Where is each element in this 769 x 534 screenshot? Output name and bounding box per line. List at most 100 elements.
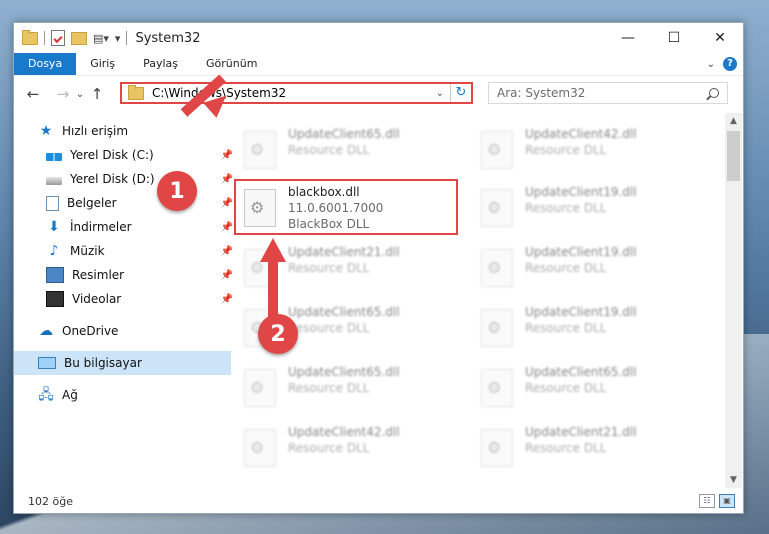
minimize-button[interactable]: — — [605, 23, 651, 53]
file-item[interactable]: UpdateClient19.dll Resource DLL — [473, 239, 683, 295]
navigation-pane: ★ Hızlı erişim Yerel Disk (C:) 📌 Yerel D… — [14, 113, 233, 488]
file-name: UpdateClient42.dll — [288, 425, 400, 439]
address-bar[interactable]: C:\Windows\System32 ⌄ ↻ — [120, 82, 473, 104]
tab-dosya[interactable]: Dosya — [14, 53, 77, 75]
dll-file-icon — [244, 131, 276, 169]
file-name: UpdateClient65.dll — [288, 365, 400, 379]
sidebar-item-label: Yerel Disk (D:) — [70, 172, 155, 186]
back-button[interactable]: ← — [22, 85, 44, 103]
properties-icon[interactable] — [51, 30, 65, 46]
file-name: UpdateClient19.dll — [525, 305, 637, 319]
file-item[interactable]: UpdateClient42.dll Resource DLL — [473, 121, 683, 177]
maximize-button[interactable]: ☐ — [651, 23, 697, 53]
sidebar-item-label: Videolar — [72, 292, 122, 306]
cloud-icon: ☁ — [39, 323, 53, 339]
file-item[interactable]: UpdateClient19.dll Resource DLL — [473, 179, 683, 235]
search-input[interactable]: Ara: System32 — [497, 86, 585, 100]
toolbar-separator — [126, 31, 128, 45]
file-description: Resource DLL — [525, 261, 607, 275]
folder-icon — [128, 84, 144, 100]
sidebar-item-label: Resimler — [72, 268, 125, 282]
file-name: UpdateClient65.dll — [288, 127, 400, 141]
file-description: Resource DLL — [288, 381, 370, 395]
file-name: UpdateClient65.dll — [525, 365, 637, 379]
sidebar-item-local-disk-c[interactable]: Yerel Disk (C:) 📌 — [14, 143, 239, 167]
file-name: UpdateClient42.dll — [525, 127, 637, 141]
music-note-icon: ♪ — [49, 243, 59, 259]
scroll-up-icon[interactable]: ▲ — [725, 113, 742, 129]
annotation-arrowhead-2 — [260, 238, 286, 262]
sidebar-item-quick-access[interactable]: ★ Hızlı erişim — [14, 119, 231, 143]
pictures-icon — [46, 267, 64, 283]
recent-locations-dropdown[interactable]: ⌄ — [74, 89, 86, 100]
details-view-icon[interactable]: ☷ — [699, 494, 715, 508]
new-folder-icon[interactable] — [71, 31, 87, 45]
sidebar-item-local-disk-d[interactable]: Yerel Disk (D:) 📌 — [14, 167, 239, 191]
file-description: Resource DLL — [525, 143, 607, 157]
folder-icon — [22, 29, 38, 45]
vertical-scrollbar[interactable]: ▲ ▼ — [725, 113, 742, 488]
file-item[interactable]: UpdateClient42.dll Resource DLL — [236, 419, 446, 475]
drive-icon — [46, 176, 62, 185]
file-description: Resource DLL — [288, 143, 370, 157]
sidebar-item-pictures[interactable]: Resimler 📌 — [14, 263, 239, 287]
file-description: Resource DLL — [525, 381, 607, 395]
dll-file-icon — [481, 189, 513, 227]
windows-drive-icon — [46, 152, 62, 161]
sidebar-item-this-pc[interactable]: Bu bilgisayar — [14, 351, 231, 375]
sidebar-item-label: OneDrive — [62, 324, 119, 338]
network-icon: 🖧 — [38, 387, 54, 403]
sidebar-item-network[interactable]: 🖧 Ağ — [14, 383, 231, 407]
dll-file-icon — [481, 309, 513, 347]
sidebar-item-onedrive[interactable]: ☁ OneDrive — [14, 319, 231, 343]
sidebar-item-label: Hızlı erişim — [62, 124, 129, 138]
quick-access-dropdown[interactable]: ▾ — [115, 32, 121, 45]
window-title: System32 — [135, 30, 201, 46]
step-badge-2: 2 — [258, 314, 298, 354]
expand-ribbon-icon[interactable]: ⌄ — [707, 59, 715, 70]
tab-paylas[interactable]: Paylaş — [129, 53, 192, 75]
file-description: Resource DLL — [525, 441, 607, 455]
file-item[interactable]: UpdateClient21.dll Resource DLL — [473, 419, 683, 475]
file-explorer-window: ▤▾ ▾ System32 — ☐ ✕ Dosya Giriş Paylaş G… — [13, 22, 744, 514]
sidebar-item-label: Ağ — [62, 388, 78, 402]
address-dropdown-icon[interactable]: ⌄ — [430, 88, 450, 99]
search-box[interactable]: Ara: System32 — [488, 82, 728, 104]
file-description: Resource DLL — [525, 201, 607, 215]
dll-file-icon — [244, 429, 276, 467]
search-icon[interactable] — [709, 88, 719, 98]
sidebar-item-label: Belgeler — [67, 196, 117, 210]
sidebar-item-downloads[interactable]: ⬇ İndirmeler 📌 — [14, 215, 239, 239]
scroll-down-icon[interactable]: ▼ — [725, 472, 742, 488]
tab-giris[interactable]: Giriş — [76, 53, 129, 75]
sidebar-item-label: İndirmeler — [70, 220, 132, 234]
up-button[interactable]: ↑ — [86, 85, 108, 103]
file-description: Resource DLL — [288, 321, 370, 335]
file-description: Resource DLL — [288, 441, 370, 455]
close-button[interactable]: ✕ — [697, 23, 743, 53]
ribbon-tabs: Dosya Giriş Paylaş Görünüm ⌄ ? — [14, 53, 743, 75]
scroll-thumb[interactable] — [727, 131, 740, 181]
file-name: UpdateClient19.dll — [525, 245, 637, 259]
sidebar-item-videos[interactable]: Videolar 📌 — [14, 287, 239, 311]
sidebar-item-documents[interactable]: Belgeler 📌 — [14, 191, 239, 215]
view-dropdown-icon[interactable]: ▤▾ — [93, 32, 109, 45]
sidebar-item-music[interactable]: ♪ Müzik 📌 — [14, 239, 239, 263]
title-bar: ▤▾ ▾ System32 — ☐ ✕ — [14, 23, 743, 53]
file-item[interactable]: UpdateClient65.dll Resource DLL — [236, 359, 446, 415]
navigation-bar: ← → ⌄ ↑ C:\Windows\System32 ⌄ ↻ Ara: Sys… — [14, 75, 743, 112]
forward-button[interactable]: → — [52, 85, 74, 103]
file-name: UpdateClient19.dll — [525, 185, 637, 199]
file-item[interactable]: UpdateClient65.dll Resource DLL — [236, 121, 446, 177]
file-item[interactable]: UpdateClient19.dll Resource DLL — [473, 299, 683, 355]
highlight-box-file — [234, 179, 458, 235]
help-icon[interactable]: ? — [723, 57, 737, 71]
item-count: 102 öğe — [28, 494, 73, 508]
dll-file-icon — [481, 131, 513, 169]
videos-icon — [46, 291, 64, 307]
tab-gorunum[interactable]: Görünüm — [192, 53, 271, 75]
large-icons-view-icon[interactable]: ▣ — [719, 494, 735, 508]
refresh-icon[interactable]: ↻ — [450, 84, 471, 102]
file-list: UpdateClient65.dll Resource DLL UpdateCl… — [211, 113, 725, 488]
file-item[interactable]: UpdateClient65.dll Resource DLL — [473, 359, 683, 415]
